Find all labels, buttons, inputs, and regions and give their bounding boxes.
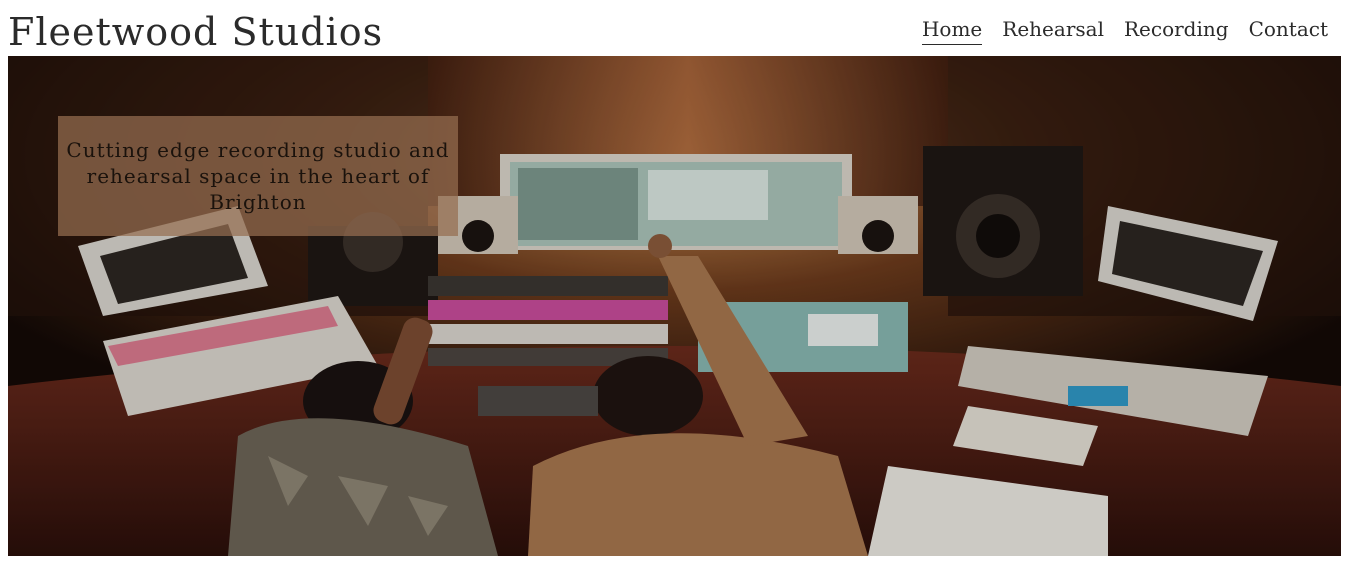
hero-caption-box: Cutting edge recording studio and rehear… [58, 116, 458, 236]
nav-link-recording[interactable]: Recording [1124, 14, 1229, 45]
nav-link-rehearsal[interactable]: Rehearsal [1002, 14, 1104, 45]
hero-banner: Cutting edge recording studio and rehear… [8, 56, 1341, 556]
main-nav: Home Rehearsal Recording Contact [921, 14, 1328, 45]
site-logo-title[interactable]: Fleetwood Studios [8, 6, 383, 58]
nav-link-contact[interactable]: Contact [1249, 14, 1328, 45]
nav-link-home[interactable]: Home [921, 14, 983, 45]
hero-caption-text: Cutting edge recording studio and rehear… [66, 138, 450, 214]
site-header: Fleetwood Studios Home Rehearsal Recordi… [0, 0, 1348, 56]
